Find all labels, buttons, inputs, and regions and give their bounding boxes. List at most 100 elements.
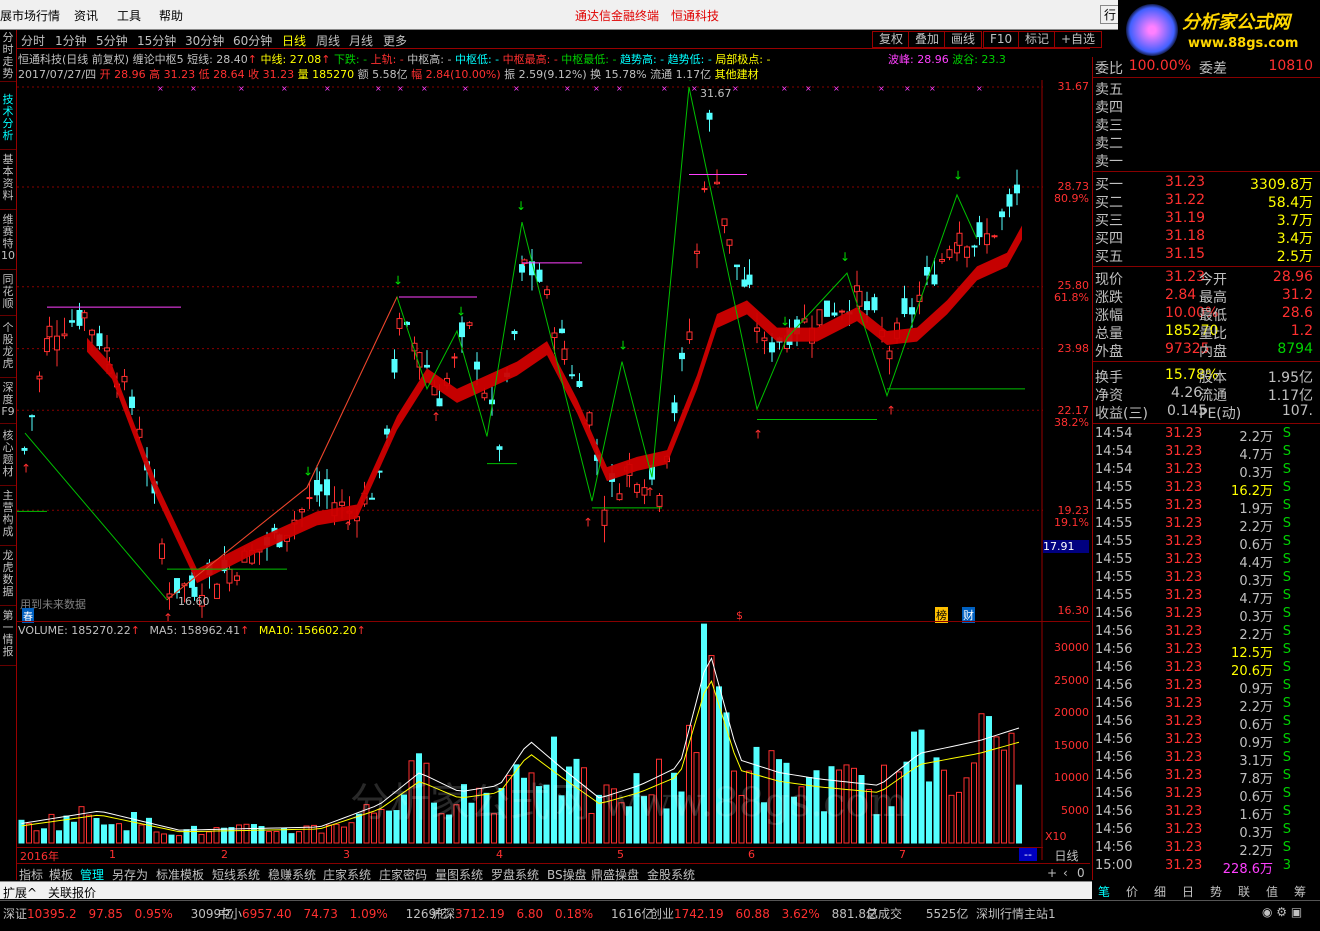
tab-related[interactable]: 联 <box>1238 883 1250 900</box>
period-1min[interactable]: 1分钟 <box>55 32 87 49</box>
mark-button[interactable]: 标记 <box>1018 31 1057 48</box>
menu-news[interactable]: 资讯 <box>74 7 98 24</box>
kline-chart[interactable]: ↓↓↓↓↓↓↓↓↓↑↑↑↑↑↑↑↑××××××××××××××××××××××× <box>17 80 1043 860</box>
zs-low-value: 中枢低: - <box>454 53 500 66</box>
weibi-row: 委比 100.00% 委差 10810 <box>1095 58 1313 77</box>
expand-button[interactable]: 扩展^ <box>3 884 37 901</box>
signal-marker: × <box>976 84 983 93</box>
x-label: 3 <box>343 848 350 861</box>
hs-index[interactable]: 沪深3712.19 6.80 0.18% 1616亿 <box>431 905 654 922</box>
server-station[interactable]: 深圳行情主站1 <box>976 905 1056 922</box>
draw-line-button[interactable]: 画线 <box>944 31 983 48</box>
quote-window-button[interactable]: 行 <box>1100 5 1121 24</box>
tick-price: 31.23 <box>1165 606 1203 621</box>
candle-body <box>36 375 43 380</box>
tab-wsaite[interactable]: 维赛特10 <box>0 212 16 270</box>
tick-row: 14:56 31.23 2.2万 S <box>1095 840 1313 859</box>
candle-body <box>601 509 608 526</box>
weibi-value: 100.00% <box>1128 58 1191 74</box>
period-daily[interactable]: 日线 <box>282 32 306 49</box>
tab-depth-f9[interactable]: 深度F9 <box>0 380 16 424</box>
tick-time: 14:54 <box>1095 444 1133 459</box>
scroll-left-button[interactable]: ‹ <box>1063 866 1068 880</box>
menu-help[interactable]: 帮助 <box>159 7 183 24</box>
volume-bar <box>941 769 947 844</box>
tick-row: 14:54 31.23 2.2万 S <box>1095 426 1313 445</box>
tick-price: 31.23 <box>1165 714 1203 729</box>
tick-qty: 2.2万 <box>1239 628 1273 643</box>
chart-divider <box>17 621 1090 622</box>
period-weekly[interactable]: 周线 <box>316 32 340 49</box>
related-quote-button[interactable]: 关联报价 <box>48 884 96 901</box>
left-tab-strip: 分时走势 技术分析 基本资料 维赛特10 同花顺 个股龙虎 深度F9 核心题材 … <box>0 30 17 880</box>
tab-first-intel[interactable]: 第一情报 <box>0 608 16 666</box>
sz-index[interactable]: 深证10395.2 97.85 0.95% 3099亿 <box>3 905 233 922</box>
signal-marker: × <box>805 84 812 93</box>
tab-lhb-data[interactable]: 龙虎数据 <box>0 548 16 606</box>
tab-core-theme[interactable]: 核心题材 <box>0 428 16 486</box>
tick-time: 14:56 <box>1095 624 1133 639</box>
buy-price: 31.19 <box>1165 210 1206 226</box>
tab-price[interactable]: 价 <box>1126 883 1138 900</box>
indicator-tab-bar: 指标 模板 管理 另存为 标准模板 短线系统 稳赚系统 庄家系统 庄家密码 量图… <box>17 863 1090 882</box>
period-30min[interactable]: 30分钟 <box>185 32 224 49</box>
zs-min-value: 中枢最低: - <box>561 53 617 66</box>
tab-trend[interactable]: 势 <box>1210 883 1222 900</box>
tick-row: 14:55 31.23 0.3万 S <box>1095 570 1313 589</box>
status-icons[interactable]: ◉ ⚙ ▣ <box>1262 905 1302 919</box>
tab-dragon-tiger[interactable]: 个股龙虎 <box>0 320 16 378</box>
tick-qty: 0.3万 <box>1239 610 1273 625</box>
tab-intraday[interactable]: 分时走势 <box>0 30 16 82</box>
overlay-button[interactable]: 叠加 <box>908 31 947 48</box>
tab-trades[interactable]: 笔 <box>1098 883 1110 900</box>
zx-index[interactable]: 中小6957.40 74.73 1.09% 1269亿 <box>218 905 448 922</box>
stat-value: 107. <box>1281 403 1313 419</box>
y-label-fib: 61.8% <box>1054 291 1089 304</box>
sell-arrow-icon: ↓ <box>840 250 850 264</box>
tick-time: 14:56 <box>1095 786 1133 801</box>
fuquan-button[interactable]: 复权 <box>872 31 911 48</box>
stat-row: 涨跌 2.84 最高 31.2 <box>1095 287 1313 306</box>
period-15min[interactable]: 15分钟 <box>137 32 176 49</box>
volume-bar <box>116 823 122 844</box>
volume-info-line: VOLUME: 185270.22↑ MA5: 158962.41↑ MA10:… <box>18 624 366 637</box>
candle-body <box>754 327 760 332</box>
tick-qty: 3.1万 <box>1239 754 1273 769</box>
indicator-info-line: 恒通科技(日线 前复权) 缠论中枢5 短线: 28.40↑ 中线: 27.08↑… <box>18 53 771 66</box>
zoom-in-button[interactable]: + <box>1047 866 1057 880</box>
add-watchlist-button[interactable]: +自选 <box>1054 31 1103 48</box>
tick-price: 31.23 <box>1165 588 1203 603</box>
period-monthly[interactable]: 月线 <box>349 32 373 49</box>
f10-button[interactable]: F10 <box>983 31 1020 48</box>
volume-bar <box>986 716 992 844</box>
tick-qty: 0.6万 <box>1239 790 1273 805</box>
wave-valley-value: 波谷: 23.3 <box>952 53 1006 66</box>
menu-market[interactable]: 展市场行情 <box>0 7 60 24</box>
zoom-out-button[interactable]: 0 <box>1077 866 1085 880</box>
tab-basic-info[interactable]: 基本资料 <box>0 152 16 210</box>
x-label: 6 <box>748 848 755 861</box>
y-label-fib: 19.1% <box>1054 516 1089 529</box>
tab-technical[interactable]: 技术分析 <box>0 92 16 150</box>
period-5min[interactable]: 5分钟 <box>96 32 128 49</box>
window-title: 通达信金融终端 恒通科技 <box>575 7 731 24</box>
period-more[interactable]: 更多 <box>383 32 407 49</box>
volume-bar <box>326 824 332 844</box>
period-60min[interactable]: 60分钟 <box>233 32 272 49</box>
menu-tools[interactable]: 工具 <box>117 7 141 24</box>
period-intraday[interactable]: 分时 <box>21 32 45 49</box>
buy-arrow-icon: ↑ <box>583 516 593 530</box>
tab-tonghuashun[interactable]: 同花顺 <box>0 272 16 316</box>
tick-time: 14:55 <box>1095 570 1133 585</box>
tab-detail[interactable]: 细 <box>1154 883 1166 900</box>
sell-5-label: 卖五 <box>1095 82 1123 98</box>
tab-value[interactable]: 值 <box>1266 883 1278 900</box>
cy-index[interactable]: 创业1742.19 60.88 3.62% 881.8亿 <box>650 905 878 922</box>
tick-qty: 1.6万 <box>1239 808 1273 823</box>
formula-name[interactable]: 缠论中枢5 <box>133 53 184 66</box>
tab-day[interactable]: 日 <box>1182 883 1194 900</box>
period-label[interactable]: 日线 <box>1043 847 1090 863</box>
tab-chips[interactable]: 筹 <box>1294 883 1306 900</box>
candle-body <box>831 312 838 316</box>
tab-business[interactable]: 主营构成 <box>0 488 16 546</box>
